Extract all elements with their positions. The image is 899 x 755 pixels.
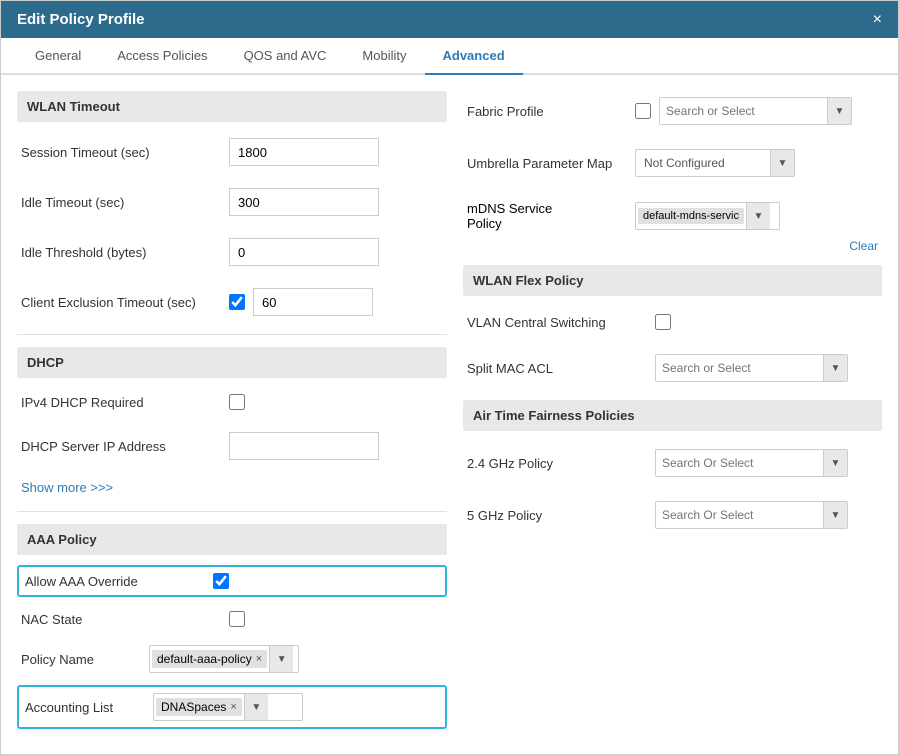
modal: Edit Policy Profile × General Access Pol… — [0, 0, 899, 755]
idle-threshold-row: Idle Threshold (bytes) — [17, 232, 447, 272]
mdns-tag-value: default-mdns-servic — [643, 210, 739, 222]
wlan-timeout-section-header: WLAN Timeout — [17, 91, 447, 122]
accounting-list-dropdown-arrow[interactable]: ▼ — [244, 694, 268, 720]
ghz-5-label: 5 GHz Policy — [467, 508, 647, 523]
tab-bar: General Access Policies QOS and AVC Mobi… — [1, 38, 898, 75]
dhcp-server-input[interactable] — [229, 432, 379, 460]
policy-name-dropdown-arrow[interactable]: ▼ — [269, 646, 293, 672]
accounting-list-row: Accounting List DNASpaces × ▼ — [17, 685, 447, 729]
allow-aaa-label: Allow AAA Override — [25, 574, 205, 589]
session-timeout-label: Session Timeout (sec) — [21, 145, 221, 160]
policy-name-row: Policy Name default-aaa-policy × ▼ — [17, 641, 447, 677]
right-panel: Fabric Profile ▼ Umbrella Parameter Map … — [463, 91, 882, 738]
modal-body: WLAN Timeout Session Timeout (sec) Idle … — [1, 75, 898, 754]
ghz-5-row: 5 GHz Policy ▼ — [463, 495, 882, 535]
accounting-list-tag: DNASpaces × — [156, 698, 242, 716]
mdns-row: mDNS Service Policy default-mdns-servic … — [463, 195, 882, 237]
client-exclusion-label: Client Exclusion Timeout (sec) — [21, 295, 221, 310]
wlan-flex-section-header: WLAN Flex Policy — [463, 265, 882, 296]
split-mac-dropdown-arrow[interactable]: ▼ — [823, 355, 847, 381]
fabric-profile-input[interactable] — [660, 98, 827, 124]
left-panel: WLAN Timeout Session Timeout (sec) Idle … — [17, 91, 447, 738]
fabric-profile-row: Fabric Profile ▼ — [463, 91, 882, 131]
mdns-section: mDNS Service Policy default-mdns-servic … — [463, 195, 882, 253]
client-exclusion-row: Client Exclusion Timeout (sec) — [17, 282, 447, 322]
tab-mobility[interactable]: Mobility — [344, 38, 424, 75]
session-timeout-input[interactable] — [229, 138, 379, 166]
vlan-central-label: VLAN Central Switching — [467, 315, 647, 330]
tab-advanced[interactable]: Advanced — [425, 38, 523, 75]
accounting-list-label: Accounting List — [25, 700, 145, 715]
fabric-profile-select[interactable]: ▼ — [659, 97, 852, 125]
split-mac-input[interactable] — [656, 355, 823, 381]
ghz-24-label: 2.4 GHz Policy — [467, 456, 647, 471]
idle-threshold-input[interactable] — [229, 238, 379, 266]
idle-timeout-row: Idle Timeout (sec) — [17, 182, 447, 222]
mdns-label1: mDNS Service — [467, 201, 627, 216]
umbrella-value: Not Configured — [636, 156, 770, 170]
mdns-tag: default-mdns-servic — [638, 208, 744, 224]
nac-state-row: NAC State — [17, 605, 447, 633]
idle-threshold-label: Idle Threshold (bytes) — [21, 245, 221, 260]
dhcp-server-label: DHCP Server IP Address — [21, 439, 221, 454]
policy-name-tag-close[interactable]: × — [256, 653, 262, 665]
idle-timeout-input[interactable] — [229, 188, 379, 216]
policy-name-select[interactable]: default-aaa-policy × ▼ — [149, 645, 299, 673]
umbrella-row: Umbrella Parameter Map Not Configured ▼ — [463, 143, 882, 183]
ipv4-dhcp-label: IPv4 DHCP Required — [21, 395, 221, 410]
mdns-dropdown-arrow[interactable]: ▼ — [746, 203, 770, 229]
accounting-list-select[interactable]: DNASpaces × ▼ — [153, 693, 303, 721]
modal-title: Edit Policy Profile — [17, 11, 145, 28]
umbrella-dropdown-arrow[interactable]: ▼ — [770, 150, 794, 176]
ghz-24-select[interactable]: ▼ — [655, 449, 848, 477]
tab-qos-avc[interactable]: QOS and AVC — [226, 38, 345, 75]
ghz-5-input[interactable] — [656, 502, 823, 528]
ipv4-dhcp-row: IPv4 DHCP Required — [17, 388, 447, 416]
nac-state-label: NAC State — [21, 612, 221, 627]
mdns-select[interactable]: default-mdns-servic ▼ — [635, 202, 780, 230]
dhcp-server-row: DHCP Server IP Address — [17, 426, 447, 466]
client-exclusion-checkbox[interactable] — [229, 294, 245, 310]
accounting-list-tag-value: DNASpaces — [161, 700, 226, 714]
policy-name-label: Policy Name — [21, 652, 141, 667]
umbrella-label: Umbrella Parameter Map — [467, 156, 627, 171]
show-more[interactable]: Show more >>> — [17, 476, 447, 499]
fabric-checkbox-group — [635, 103, 651, 119]
allow-aaa-checkbox[interactable] — [213, 573, 229, 589]
ghz-24-row: 2.4 GHz Policy ▼ — [463, 443, 882, 483]
session-timeout-row: Session Timeout (sec) — [17, 132, 447, 172]
fabric-profile-label: Fabric Profile — [467, 104, 627, 119]
mdns-clear-link[interactable]: Clear — [463, 239, 878, 253]
split-mac-row: Split MAC ACL ▼ — [463, 348, 882, 388]
split-mac-select[interactable]: ▼ — [655, 354, 848, 382]
ghz-5-select[interactable]: ▼ — [655, 501, 848, 529]
modal-close-button[interactable]: × — [873, 12, 882, 28]
ghz-24-dropdown-arrow[interactable]: ▼ — [823, 450, 847, 476]
vlan-central-row: VLAN Central Switching — [463, 308, 882, 336]
aaa-policy-section: Allow AAA Override NAC State Policy Name… — [17, 565, 447, 729]
client-exclusion-input[interactable] — [253, 288, 373, 316]
modal-header: Edit Policy Profile × — [1, 1, 898, 38]
split-mac-label: Split MAC ACL — [467, 361, 647, 376]
fabric-profile-checkbox[interactable] — [635, 103, 651, 119]
nac-state-checkbox[interactable] — [229, 611, 245, 627]
ghz-24-input[interactable] — [656, 450, 823, 476]
accounting-list-tag-close[interactable]: × — [230, 701, 236, 713]
ghz-5-dropdown-arrow[interactable]: ▼ — [823, 502, 847, 528]
policy-name-tag: default-aaa-policy × — [152, 650, 267, 668]
air-time-section-header: Air Time Fairness Policies — [463, 400, 882, 431]
fabric-profile-dropdown-arrow[interactable]: ▼ — [827, 98, 851, 124]
aaa-section-header: AAA Policy — [17, 524, 447, 555]
dhcp-section-header: DHCP — [17, 347, 447, 378]
policy-name-tag-value: default-aaa-policy — [157, 652, 252, 666]
umbrella-select[interactable]: Not Configured ▼ — [635, 149, 795, 177]
vlan-central-checkbox[interactable] — [655, 314, 671, 330]
ipv4-dhcp-checkbox[interactable] — [229, 394, 245, 410]
idle-timeout-label: Idle Timeout (sec) — [21, 195, 221, 210]
allow-aaa-row: Allow AAA Override — [17, 565, 447, 597]
mdns-label-group: mDNS Service Policy — [467, 201, 627, 231]
tab-access-policies[interactable]: Access Policies — [99, 38, 225, 75]
mdns-label2: Policy — [467, 216, 627, 231]
tab-general[interactable]: General — [17, 38, 99, 75]
